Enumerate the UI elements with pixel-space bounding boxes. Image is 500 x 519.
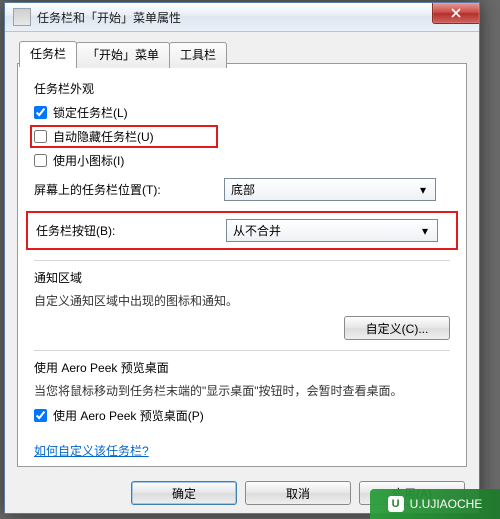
tab-label: 「开始」菜单 bbox=[87, 48, 159, 62]
customize-button-label: 自定义(C)... bbox=[366, 320, 429, 337]
watermark-icon: U bbox=[388, 496, 404, 512]
app-icon bbox=[13, 8, 31, 26]
smallicons-label: 使用小图标(I) bbox=[53, 152, 124, 169]
close-button[interactable] bbox=[432, 3, 479, 24]
divider bbox=[34, 260, 450, 261]
tab-toolbars[interactable]: 工具栏 bbox=[169, 42, 227, 68]
dialog-body: 任务栏 「开始」菜单 工具栏 任务栏外观 锁定任务栏(L) 自动隐藏任务栏(U)… bbox=[5, 32, 479, 513]
chevron-down-icon: ▾ bbox=[417, 224, 433, 238]
tabstrip: 任务栏 「开始」菜单 工具栏 bbox=[19, 42, 226, 68]
window-title: 任务栏和「开始」菜单属性 bbox=[37, 9, 181, 26]
lock-taskbar-row[interactable]: 锁定任务栏(L) bbox=[34, 103, 450, 122]
appearance-heading: 任务栏外观 bbox=[34, 80, 450, 97]
position-row: 屏幕上的任务栏位置(T): 底部 ▾ bbox=[34, 178, 450, 201]
ok-button-label: 确定 bbox=[172, 485, 196, 502]
aero-heading: 使用 Aero Peek 预览桌面 bbox=[34, 359, 450, 376]
notify-desc: 自定义通知区域中出现的图标和通知。 bbox=[34, 292, 450, 310]
cancel-button[interactable]: 取消 bbox=[245, 481, 351, 505]
tab-label: 工具栏 bbox=[180, 48, 216, 62]
smallicons-checkbox[interactable] bbox=[34, 154, 47, 167]
help-link[interactable]: 如何自定义该任务栏? bbox=[34, 442, 149, 459]
buttons-label: 任务栏按钮(B): bbox=[36, 222, 226, 239]
cancel-button-label: 取消 bbox=[286, 485, 310, 502]
watermark-text: U.UJIAOCHE bbox=[410, 497, 483, 511]
autohide-label: 自动隐藏任务栏(U) bbox=[53, 128, 154, 145]
position-label: 屏幕上的任务栏位置(T): bbox=[34, 181, 224, 198]
buttons-value: 从不合并 bbox=[233, 222, 281, 239]
customize-button[interactable]: 自定义(C)... bbox=[344, 316, 450, 340]
help-link-text: 如何自定义该任务栏? bbox=[34, 444, 149, 458]
buttons-row: 任务栏按钮(B): 从不合并 ▾ bbox=[26, 211, 458, 250]
smallicons-row[interactable]: 使用小图标(I) bbox=[34, 151, 450, 170]
position-value: 底部 bbox=[231, 181, 255, 198]
ok-button[interactable]: 确定 bbox=[131, 481, 237, 505]
tab-panel-taskbar: 任务栏外观 锁定任务栏(L) 自动隐藏任务栏(U) 使用小图标(I) 屏幕上的任… bbox=[17, 63, 467, 467]
lock-taskbar-label: 锁定任务栏(L) bbox=[53, 104, 128, 121]
notify-heading: 通知区域 bbox=[34, 269, 450, 286]
titlebar: 任务栏和「开始」菜单属性 bbox=[5, 3, 479, 32]
divider bbox=[34, 350, 450, 351]
autohide-checkbox[interactable] bbox=[34, 130, 47, 143]
tab-label: 任务栏 bbox=[30, 47, 66, 61]
aero-peek-row[interactable]: 使用 Aero Peek 预览桌面(P) bbox=[34, 406, 450, 425]
lock-taskbar-checkbox[interactable] bbox=[34, 106, 47, 119]
autohide-row[interactable]: 自动隐藏任务栏(U) bbox=[30, 125, 218, 148]
aero-desc: 当您将鼠标移动到任务栏末端的"显示桌面"按钮时，会暂时查看桌面。 bbox=[34, 382, 450, 400]
position-select[interactable]: 底部 ▾ bbox=[224, 178, 436, 201]
dialog-window: 任务栏和「开始」菜单属性 任务栏 「开始」菜单 工具栏 任务栏外观 锁定任务栏(… bbox=[4, 2, 480, 514]
aero-peek-label: 使用 Aero Peek 预览桌面(P) bbox=[53, 407, 204, 424]
chevron-down-icon: ▾ bbox=[415, 183, 431, 197]
tab-startmenu[interactable]: 「开始」菜单 bbox=[76, 42, 170, 68]
tab-taskbar[interactable]: 任务栏 bbox=[19, 41, 77, 67]
close-icon bbox=[451, 8, 461, 18]
aero-peek-checkbox[interactable] bbox=[34, 409, 47, 422]
buttons-select[interactable]: 从不合并 ▾ bbox=[226, 219, 438, 242]
watermark: U U.UJIAOCHE bbox=[370, 489, 500, 519]
